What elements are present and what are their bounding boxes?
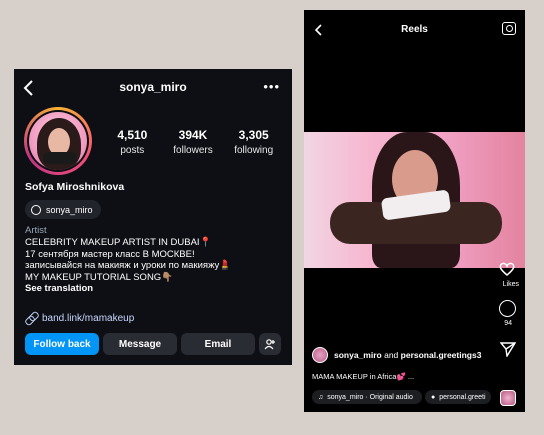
profile-bio: CELEBRITY MAKEUP ARTIST IN DUBAI📍 17 сен…	[25, 237, 287, 295]
bio-line: записывайся на макияж и уроки по макияжу…	[25, 260, 232, 272]
profile-link[interactable]: band.link/mamakeup	[25, 312, 134, 324]
stat-value: 3,305	[238, 128, 269, 142]
audio-chip[interactable]: ♫ sonya_miro · Original audio	[312, 390, 422, 404]
stat-posts[interactable]: 4,510 posts	[102, 128, 163, 156]
profile-screen: sonya_miro ••• 4,510 posts 394K follower…	[14, 69, 292, 365]
tagged-person-chip[interactable]: ● personal.greeti	[425, 390, 491, 404]
see-translation-link[interactable]: See translation	[25, 283, 287, 295]
comment-count: 94	[504, 320, 512, 327]
stat-following[interactable]: 3,305 following	[223, 128, 284, 156]
comment-icon[interactable]	[499, 300, 516, 317]
threads-badge[interactable]: sonya_miro	[25, 200, 101, 219]
bio-line: 17 сентября мастер класс В МОСКВЕ!	[25, 248, 195, 260]
profile-header: sonya_miro •••	[14, 77, 292, 99]
tagged-person-label: personal.greeti	[439, 393, 486, 401]
audio-avatar[interactable]	[500, 390, 516, 406]
profile-actions: Follow back Message Email	[25, 333, 291, 355]
reels-screen: Reels Likes 94 sonya_miro and personal.g…	[304, 10, 525, 412]
reels-title: Reels	[401, 24, 428, 35]
stat-label: followers	[173, 145, 213, 156]
full-name: Sofya Miroshnikova	[25, 181, 125, 193]
add-person-icon	[264, 339, 275, 350]
stat-followers[interactable]: 394K followers	[163, 128, 224, 156]
reel-video[interactable]	[304, 132, 525, 268]
music-icon: ♫	[318, 393, 324, 401]
stat-value: 394K	[178, 128, 208, 142]
reel-collaborator[interactable]: personal.greetings3	[401, 350, 482, 360]
profile-username: sonya_miro	[119, 80, 187, 94]
add-person-button[interactable]	[259, 333, 281, 355]
avatar[interactable]	[312, 347, 328, 363]
avatar[interactable]	[24, 107, 92, 175]
bio-line: CELEBRITY MAKEUP ARTIST IN DUBAI📍	[25, 237, 212, 248]
reel-author-row[interactable]: sonya_miro and personal.greetings3	[312, 347, 481, 363]
reel-caption[interactable]: MAMA MAKEUP in Africa💕 ...	[312, 372, 414, 381]
follow-back-button[interactable]: Follow back	[25, 333, 99, 355]
link-icon	[25, 312, 37, 324]
likes-label: Likes	[502, 281, 519, 288]
stat-value: 4,510	[117, 128, 148, 142]
share-icon[interactable]	[500, 341, 516, 357]
stat-label: following	[234, 145, 274, 156]
threads-handle: sonya_miro	[46, 204, 93, 215]
email-button[interactable]: Email	[181, 333, 255, 355]
bio-line: MY MAKEUP TUTORIAL SONG👇🏽	[25, 271, 174, 283]
and-text: and	[384, 350, 399, 360]
more-icon[interactable]: •••	[263, 79, 280, 94]
camera-icon[interactable]	[502, 22, 516, 35]
message-button[interactable]: Message	[103, 333, 177, 355]
profile-link-text: band.link/mamakeup	[42, 312, 135, 324]
profile-category: Artist	[25, 225, 47, 236]
reels-header: Reels	[304, 22, 525, 38]
audio-label: sonya_miro · Original audio	[327, 393, 413, 401]
person-icon: ●	[431, 393, 436, 401]
heart-icon[interactable]	[498, 260, 516, 278]
stat-label: posts	[120, 145, 145, 156]
reel-username[interactable]: sonya_miro	[334, 350, 382, 360]
profile-stats: 4,510 posts 394K followers 3,305 followi…	[102, 128, 284, 156]
threads-icon	[31, 204, 41, 215]
